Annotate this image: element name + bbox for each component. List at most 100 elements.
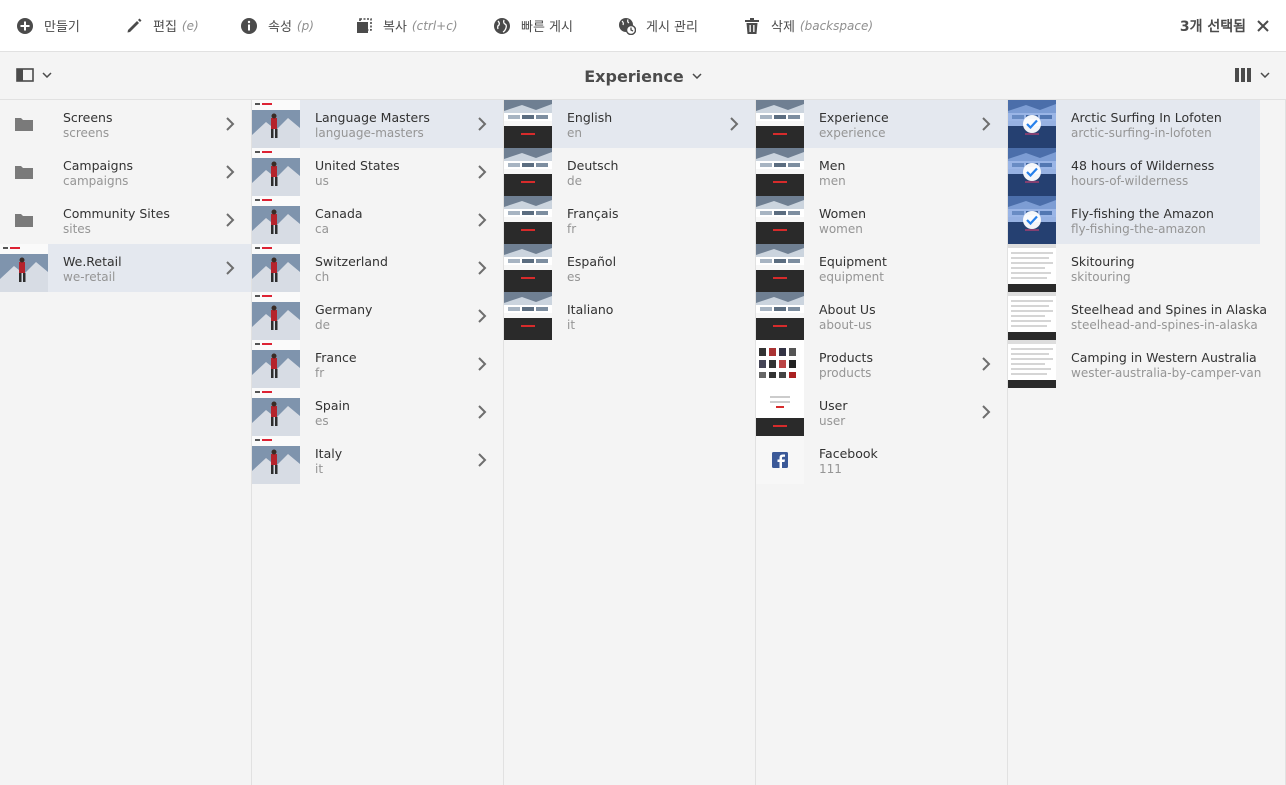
- column-3: English en Deutsch de Français fr Español es Ita…: [504, 100, 756, 785]
- column-item-es[interactable]: Español es: [504, 244, 755, 292]
- chevron-right-icon[interactable]: [477, 260, 487, 276]
- rail-toggle-button[interactable]: [16, 67, 52, 83]
- column-item-it[interactable]: Italiano it: [504, 292, 755, 340]
- column-item-us[interactable]: United States us: [252, 148, 503, 196]
- chevron-right-icon[interactable]: [477, 212, 487, 228]
- chevron-right-icon[interactable]: [225, 164, 235, 180]
- item-title: We.Retail: [63, 254, 122, 269]
- item-title: Spain: [315, 398, 350, 413]
- column-item-experience[interactable]: Experience experience: [756, 100, 1007, 148]
- thumbnail: [252, 340, 300, 388]
- thumbnail: [252, 244, 300, 292]
- delete-button[interactable]: 삭제 (backspace): [743, 0, 873, 52]
- item-subtitle: us: [315, 174, 329, 188]
- item-subtitle: en: [567, 126, 582, 140]
- selection-status: 3개 선택됨: [1180, 0, 1270, 52]
- column-item-products[interactable]: Products products: [756, 340, 1007, 388]
- column-item-111[interactable]: Facebook 111: [756, 436, 1007, 484]
- create-button[interactable]: 만들기: [16, 0, 80, 52]
- checkmark-icon[interactable]: [1023, 163, 1041, 181]
- thumbnail: [0, 244, 48, 292]
- column-item-fr[interactable]: Français fr: [504, 196, 755, 244]
- item-subtitle: women: [819, 222, 863, 236]
- edit-button[interactable]: 편집 (e): [125, 0, 199, 52]
- chevron-right-icon[interactable]: [225, 116, 235, 132]
- folder-icon: [15, 118, 33, 131]
- column-item-fr[interactable]: France fr: [252, 340, 503, 388]
- chevron-right-icon[interactable]: [477, 164, 487, 180]
- item-subtitle: de: [567, 174, 582, 188]
- copy-label: 복사: [383, 20, 407, 35]
- chevron-right-icon[interactable]: [729, 116, 739, 132]
- item-title: Italy: [315, 446, 343, 461]
- column-item-it[interactable]: Italy it: [252, 436, 503, 484]
- properties-button[interactable]: 속성 (p): [240, 0, 314, 52]
- chevron-right-icon[interactable]: [981, 356, 991, 372]
- column-item-wester-australia-by-camper-van[interactable]: Camping in Western Australia wester-austr…: [1008, 340, 1261, 388]
- column-item-ca[interactable]: Canada ca: [252, 196, 503, 244]
- view-title-dropdown[interactable]: Experience: [0, 52, 1286, 100]
- item-subtitle: campaigns: [63, 174, 129, 188]
- column-item-ch[interactable]: Switzerland ch: [252, 244, 503, 292]
- item-title: Switzerland: [315, 254, 388, 269]
- selection-count: 3개 선택됨: [1179, 19, 1246, 35]
- chevron-right-icon[interactable]: [981, 404, 991, 420]
- column-item-skitouring[interactable]: Skitouring skitouring: [1008, 244, 1260, 292]
- item-subtitle: language-masters: [315, 126, 424, 140]
- chevron-right-icon[interactable]: [477, 356, 487, 372]
- close-icon[interactable]: [1256, 19, 1270, 33]
- create-label: 만들기: [44, 20, 80, 35]
- column-item-about-us[interactable]: About Us about-us: [756, 292, 1007, 340]
- column-item-user[interactable]: User user: [756, 388, 1007, 436]
- chevron-right-icon[interactable]: [477, 404, 487, 420]
- item-subtitle: ca: [315, 222, 329, 236]
- thumbnail: [504, 100, 552, 148]
- column-item-campaigns[interactable]: Campaigns campaigns: [0, 148, 251, 196]
- item-subtitle: it: [315, 462, 324, 476]
- thumbnail: [1008, 100, 1056, 148]
- column-1: Screens screens Campaigns campaigns Communit…: [0, 100, 252, 785]
- column-item-steelhead-and-spines-in-alaska[interactable]: Steelhead and Spines in Alaska steelhead-…: [1008, 292, 1267, 340]
- column-item-de[interactable]: Germany de: [252, 292, 503, 340]
- chevron-right-icon[interactable]: [225, 260, 235, 276]
- checkmark-icon[interactable]: [1023, 115, 1041, 133]
- column-item-es[interactable]: Spain es: [252, 388, 503, 436]
- thumbnail: [756, 436, 804, 484]
- item-title: Steelhead and Spines in Alaska: [1071, 302, 1268, 317]
- column-item-sites[interactable]: Community Sites sites: [0, 196, 251, 244]
- thumbnail: [252, 196, 300, 244]
- column-item-men[interactable]: Men men: [756, 148, 1007, 196]
- checkmark-icon[interactable]: [1023, 211, 1041, 229]
- view-switcher-button[interactable]: [1234, 67, 1270, 83]
- chevron-right-icon[interactable]: [225, 212, 235, 228]
- thumbnail: [756, 100, 804, 148]
- chevron-right-icon[interactable]: [981, 116, 991, 132]
- column-item-hours-of-wilderness[interactable]: 48 hours of Wilderness hours-of-wildernes…: [1008, 148, 1260, 196]
- item-title: Germany: [315, 302, 373, 317]
- thumbnail: [252, 436, 300, 484]
- copy-button[interactable]: 복사 (ctrl+c): [355, 0, 458, 52]
- chevron-right-icon[interactable]: [477, 308, 487, 324]
- manage-publication-button[interactable]: 게시 관리: [618, 0, 698, 52]
- quick-publish-button[interactable]: 빠른 게시: [493, 0, 573, 52]
- column-item-de[interactable]: Deutsch de: [504, 148, 755, 196]
- column-item-language-masters[interactable]: Language Masters language-masters: [252, 100, 503, 148]
- item-subtitle: es: [567, 270, 581, 284]
- item-title: 48 hours of Wilderness: [1071, 158, 1215, 173]
- chevron-right-icon[interactable]: [477, 452, 487, 468]
- thumbnail: [1008, 340, 1056, 388]
- thumbnail: [756, 244, 804, 292]
- column-item-equipment[interactable]: Equipment equipment: [756, 244, 1007, 292]
- column-item-fly-fishing-the-amazon[interactable]: Fly-fishing the Amazon fly-fishing-the-am…: [1008, 196, 1260, 244]
- column-item-en[interactable]: English en: [504, 100, 755, 148]
- chevron-right-icon[interactable]: [477, 116, 487, 132]
- rail-icon: [16, 68, 34, 82]
- pencil-icon: [127, 18, 142, 32]
- item-title: Language Masters: [315, 110, 430, 125]
- column-item-we-retail[interactable]: We.Retail we-retail: [0, 244, 251, 292]
- column-item-screens[interactable]: Screens screens: [0, 100, 251, 148]
- column-item-arctic-surfing-in-lofoten[interactable]: Arctic Surfing In Lofoten arctic-surfing-…: [1008, 100, 1260, 148]
- item-title: Men: [819, 158, 846, 173]
- column-item-women[interactable]: Women women: [756, 196, 1007, 244]
- copy-shortcut: (ctrl+c): [411, 18, 458, 33]
